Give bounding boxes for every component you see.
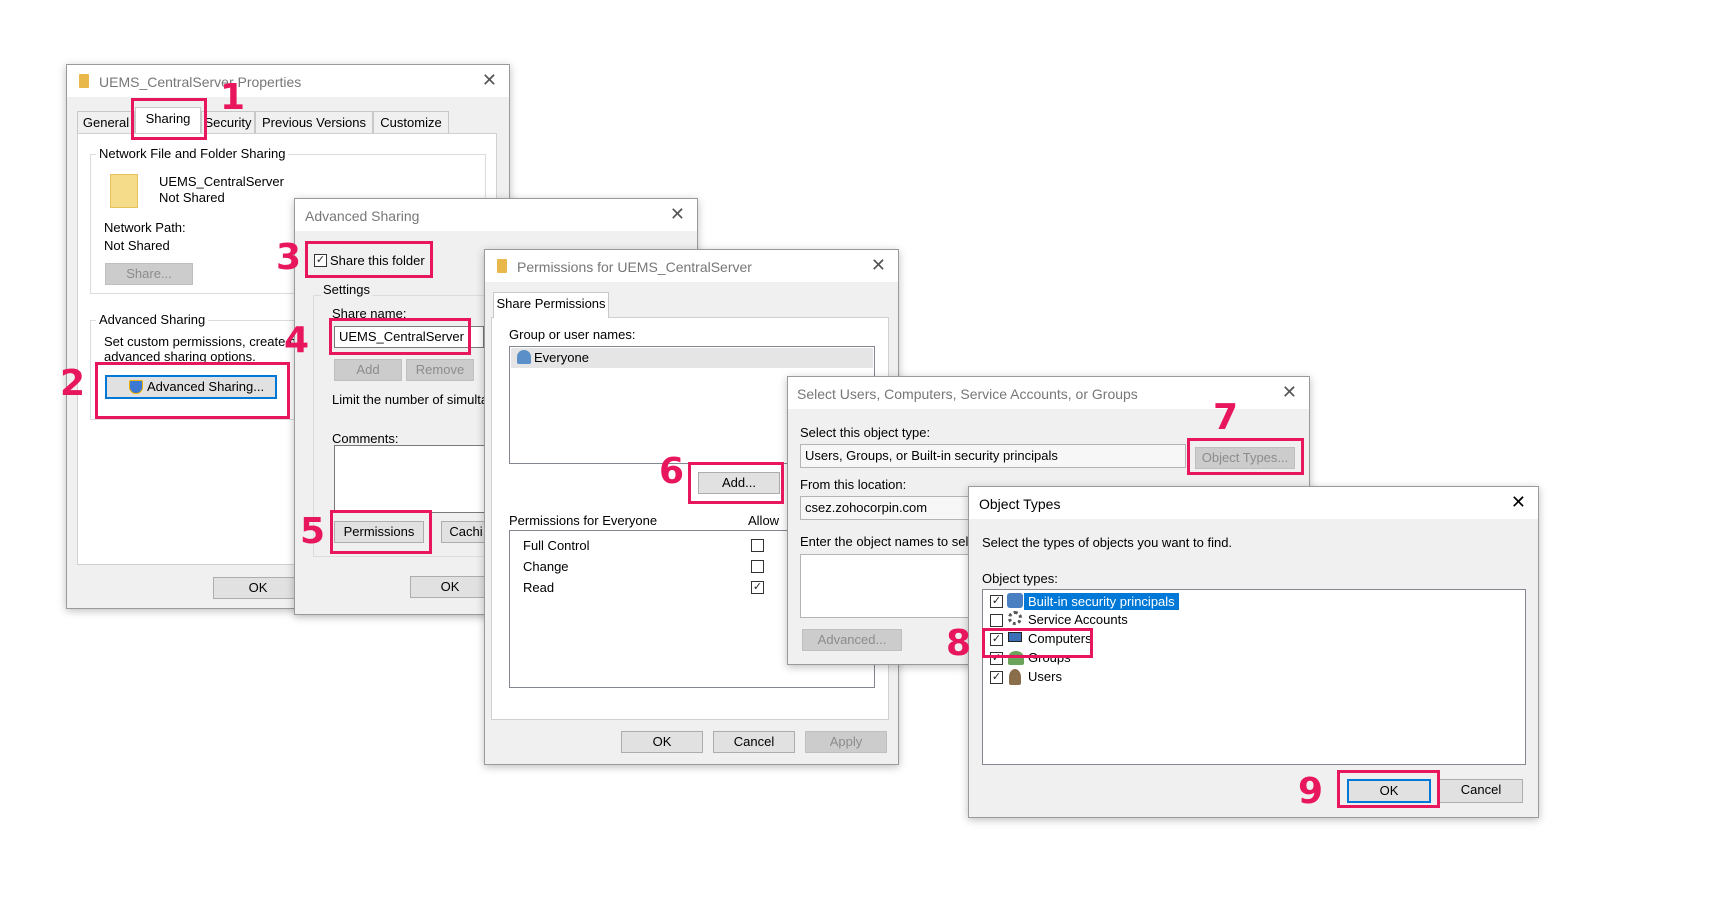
users-icon: [517, 350, 531, 364]
perm-read: Read: [523, 580, 555, 595]
callout-box-2: [95, 362, 290, 419]
callout-box-7: [1187, 438, 1304, 475]
list-item-users[interactable]: Users: [1028, 669, 1062, 684]
tab-sharing[interactable]: Sharing: [135, 107, 201, 133]
close-icon[interactable]: ✕: [871, 256, 886, 274]
location-field: csez.zohocorpin.com: [800, 496, 976, 520]
close-icon[interactable]: ✕: [670, 205, 685, 223]
object-type-label: Select this object type:: [800, 425, 931, 440]
callout-box-5: [330, 510, 432, 554]
tab-previous-versions[interactable]: Previous Versions: [255, 111, 373, 133]
select-title: Select Users, Computers, Service Account…: [797, 386, 1138, 402]
add-button[interactable]: Add: [334, 359, 402, 381]
list-item-builtin[interactable]: Built-in security principals: [1024, 593, 1179, 610]
remove-button[interactable]: Remove: [406, 359, 474, 381]
step-number-7: 7: [1213, 397, 1239, 438]
list-item-service-accounts[interactable]: Service Accounts: [1028, 612, 1128, 627]
group-names-label: Group or user names:: [509, 327, 636, 342]
advanced-titlebar: Advanced Sharing ✕: [295, 199, 697, 231]
tab-customize[interactable]: Customize: [373, 111, 449, 133]
object-types-desc: Select the types of objects you want to …: [982, 535, 1233, 550]
step-number-3: 3: [276, 237, 302, 278]
properties-ok-button[interactable]: OK: [213, 577, 303, 599]
step-number-6: 6: [659, 451, 685, 492]
folder-icon: [79, 74, 89, 88]
callout-box-4: [329, 318, 471, 355]
permissions-titlebar: Permissions for UEMS_CentralServer ✕: [485, 250, 898, 282]
folder-icon: [497, 259, 507, 273]
callout-box-3: [305, 241, 433, 278]
network-path-label: Network Path:: [104, 220, 186, 235]
folder-large-icon: [110, 174, 138, 208]
advanced-desc-1: Set custom permissions, create m: [104, 334, 300, 349]
step-number-2: 2: [60, 363, 86, 404]
perm-full-control: Full Control: [523, 538, 590, 553]
network-group-label: Network File and Folder Sharing: [96, 146, 289, 161]
gear-icon: [1008, 611, 1022, 625]
share-button[interactable]: Share...: [105, 263, 193, 285]
object-types-list-label: Object types:: [982, 571, 1058, 586]
close-icon[interactable]: ✕: [482, 71, 497, 89]
properties-titlebar: UEMS_CentralServer Properties ✕: [67, 65, 509, 97]
callout-box-8: [982, 628, 1093, 658]
callout-box-9: [1337, 770, 1440, 808]
allow-header: Allow: [748, 513, 780, 528]
object-types-titlebar: Object Types ✕: [969, 487, 1538, 519]
object-types-cancel-button[interactable]: Cancel: [1439, 779, 1523, 803]
properties-title: UEMS_CentralServer Properties: [99, 74, 302, 90]
permissions-title: Permissions for UEMS_CentralServer: [517, 259, 752, 275]
advanced-group-label: Advanced Sharing: [96, 312, 209, 327]
service-accounts-checkbox[interactable]: [990, 614, 1003, 627]
object-type-field: Users, Groups, or Built-in security prin…: [800, 444, 1186, 468]
step-number-1: 1: [220, 77, 246, 118]
network-path-value: Not Shared: [104, 238, 170, 253]
settings-label: Settings: [321, 282, 372, 297]
advanced-title: Advanced Sharing: [305, 208, 420, 224]
close-icon[interactable]: ✕: [1511, 493, 1526, 511]
advanced-ok-button[interactable]: OK: [410, 576, 490, 598]
tab-share-permissions[interactable]: Share Permissions: [493, 292, 609, 318]
full-control-allow-checkbox[interactable]: [751, 539, 764, 552]
builtin-checkbox[interactable]: ✓: [990, 595, 1003, 608]
comments-textarea[interactable]: [334, 445, 494, 513]
step-number-8: 8: [946, 623, 972, 664]
permissions-for-label: Permissions for Everyone: [509, 513, 658, 528]
folder-status: Not Shared: [159, 190, 225, 205]
permissions-apply-button[interactable]: Apply: [805, 731, 887, 753]
permissions-cancel-button[interactable]: Cancel: [713, 731, 795, 753]
location-label: From this location:: [800, 477, 907, 492]
object-types-listbox[interactable]: ✓ Built-in security principals Service A…: [982, 589, 1526, 765]
enter-names-label: Enter the object names to selec: [800, 534, 983, 549]
shield-users-icon: [1007, 593, 1023, 608]
list-item[interactable]: Everyone: [511, 348, 873, 368]
perm-change: Change: [523, 559, 569, 574]
step-number-9: 9: [1298, 771, 1324, 812]
step-number-4: 4: [284, 320, 310, 361]
users-checkbox[interactable]: ✓: [990, 671, 1003, 684]
change-allow-checkbox[interactable]: [751, 560, 764, 573]
callout-box-6: [688, 462, 784, 504]
read-allow-checkbox[interactable]: ✓: [751, 581, 764, 594]
tab-general[interactable]: General: [77, 111, 135, 133]
user-icon: [1009, 669, 1021, 685]
limit-label: Limit the number of simultan: [332, 392, 496, 407]
object-names-input[interactable]: [800, 554, 976, 618]
folder-name: UEMS_CentralServer: [159, 174, 284, 189]
select-advanced-button[interactable]: Advanced...: [802, 629, 902, 651]
permissions-ok-button[interactable]: OK: [621, 731, 703, 753]
step-number-5: 5: [300, 511, 326, 552]
user-everyone: Everyone: [534, 350, 589, 365]
object-types-title: Object Types: [979, 496, 1061, 512]
close-icon[interactable]: ✕: [1282, 383, 1297, 401]
comments-label: Comments:: [332, 431, 399, 446]
